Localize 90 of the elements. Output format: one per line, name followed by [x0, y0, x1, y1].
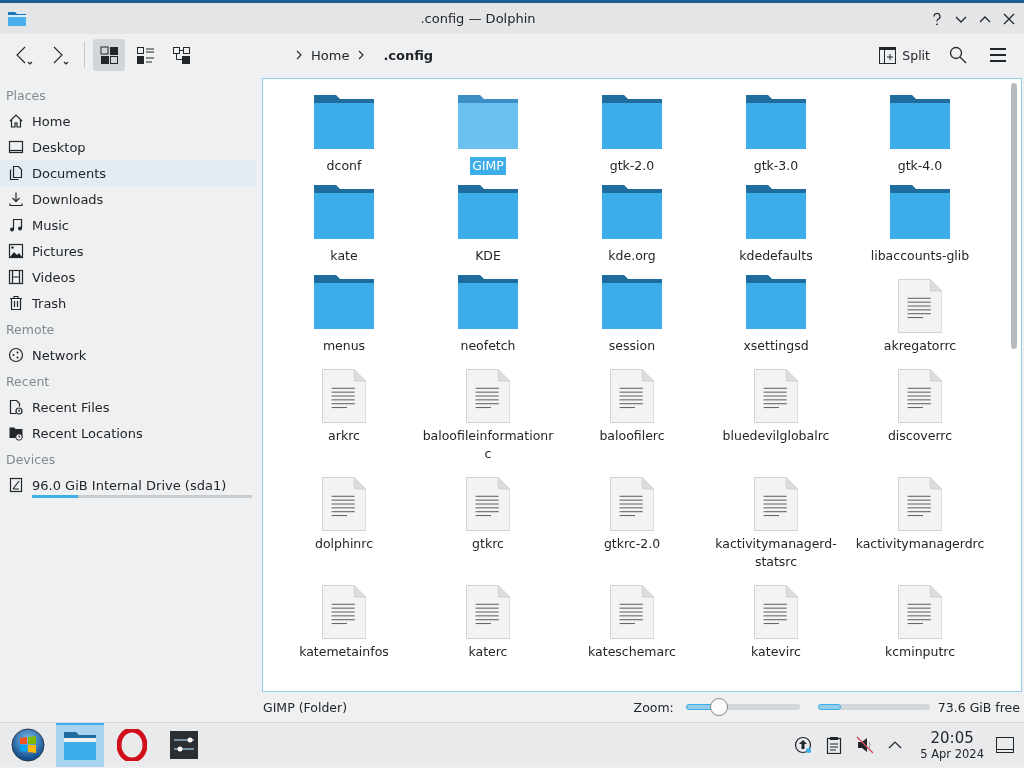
network-icon	[8, 347, 24, 363]
section-header: Recent	[5, 373, 51, 391]
home-icon	[8, 113, 24, 129]
file-name[interactable]: dconf	[324, 157, 364, 175]
sidebar-item[interactable]: Videos	[0, 264, 256, 290]
clock-date[interactable]: 5 Apr 2024	[920, 746, 984, 761]
music-icon	[8, 217, 24, 233]
file-name[interactable]: katevirc	[749, 643, 803, 661]
file-name[interactable]: bluedevilglobalrc	[720, 427, 832, 445]
scrollbar-thumb[interactable]	[1011, 83, 1017, 349]
close-icon[interactable]	[1002, 11, 1016, 26]
status-text: GIMP (Folder)	[263, 699, 348, 715]
search-icon	[949, 46, 967, 64]
sidebar-item[interactable]: Home	[0, 108, 256, 134]
tree-view-icon	[171, 45, 191, 65]
clipboard-icon[interactable]	[826, 736, 843, 754]
chevron-icon	[295, 50, 303, 60]
muted-speaker-icon[interactable]	[856, 736, 875, 754]
trash-icon	[8, 295, 24, 311]
file-name[interactable]: kde.org	[606, 247, 658, 265]
help-icon[interactable]	[930, 11, 944, 26]
sidebar-item[interactable]: Music	[0, 212, 256, 238]
slider-handle[interactable]	[709, 698, 728, 716]
section-header: Devices	[5, 451, 57, 469]
desktop-icon	[8, 139, 24, 155]
sidebar-item[interactable]: Network	[0, 342, 256, 368]
file-name[interactable]: dolphinrc	[312, 535, 375, 553]
file-name[interactable]: gtkrc-2.0	[601, 535, 663, 553]
file-name[interactable]: gtkrc	[470, 535, 506, 553]
split-button[interactable]: Split	[875, 39, 934, 71]
recentlocations-icon	[8, 425, 24, 441]
sidebar-item[interactable]: Trash	[0, 290, 256, 316]
file-name[interactable]: gtk-3.0	[751, 157, 801, 175]
sidebar-item[interactable]: Recent Files	[0, 394, 256, 420]
sidebar-item[interactable]: Pictures	[0, 238, 256, 264]
pictures-icon	[8, 243, 24, 259]
zoom-label: Zoom:	[633, 699, 674, 715]
o-logo-icon	[117, 729, 147, 761]
sidebar-item[interactable]: 96.0 GiB Internal Drive (sda1)	[0, 472, 256, 498]
view-mode-button[interactable]	[93, 39, 125, 71]
folder-icon	[64, 732, 96, 760]
start-orb-icon	[11, 728, 45, 762]
show-desktop-icon[interactable]	[996, 737, 1014, 753]
videos-icon	[8, 269, 24, 285]
file-name[interactable]: arkrc	[326, 427, 362, 445]
sidebar-item[interactable]: Documents	[0, 160, 256, 186]
file-name[interactable]: katemetainfos	[297, 643, 391, 661]
update-icon[interactable]	[794, 736, 813, 754]
file-name[interactable]: xsettingsd	[741, 337, 811, 355]
file-name[interactable]: session	[606, 337, 658, 355]
clock-time[interactable]: 20:05	[930, 729, 974, 747]
sidebar-item[interactable]: Recent Locations	[0, 420, 256, 446]
file-name[interactable]: gtk-2.0	[607, 157, 657, 175]
breadcrumb-link[interactable]: .config	[383, 47, 434, 63]
recentfiles-icon	[8, 399, 24, 415]
file-name[interactable]: kactivitymanagerdrc	[853, 535, 987, 553]
sidebar-item[interactable]: Desktop	[0, 134, 256, 160]
file-name[interactable]: kcminputrc	[882, 643, 958, 661]
downloads-icon	[8, 191, 24, 207]
file-name[interactable]: KDE	[473, 247, 503, 265]
sliders-icon	[170, 731, 198, 759]
split-view-icon	[879, 46, 897, 64]
drive-icon	[8, 477, 24, 493]
file-name[interactable]: kdedefaults	[737, 247, 815, 265]
file-name[interactable]: katerc	[466, 643, 510, 661]
grid-view-icon	[99, 45, 119, 65]
file-name[interactable]: baloofilerc	[597, 427, 667, 445]
taskbar-button[interactable]	[56, 723, 104, 767]
file-name[interactable]: kactivitymanagerd-statsrc	[707, 535, 845, 571]
file-name[interactable]: discoverrc	[885, 427, 955, 445]
file-name[interactable]: libaccounts-glib	[868, 247, 972, 265]
file-name[interactable]: neofetch	[458, 337, 518, 355]
chevron-icon	[357, 50, 366, 60]
section-header: Places	[5, 87, 47, 105]
folder-icon	[8, 10, 26, 27]
section-header: Remote	[5, 321, 56, 339]
window-title: .config — Dolphin	[419, 11, 537, 26]
documents-icon	[8, 165, 24, 181]
free-space-text: 73.6 GiB free	[937, 699, 1020, 715]
file-name[interactable]: baloofileinformationrc	[419, 427, 557, 463]
caret-up-icon[interactable]	[888, 740, 903, 750]
file-name[interactable]: kateschemarc	[586, 643, 678, 661]
file-name[interactable]: kate	[328, 247, 360, 265]
file-name[interactable]: akregatorrc	[881, 337, 959, 355]
menu-icon	[989, 47, 1007, 63]
file-name[interactable]: menus	[320, 337, 368, 355]
details-view-icon	[135, 45, 155, 65]
sidebar-item[interactable]: Downloads	[0, 186, 256, 212]
file-name[interactable]: gtk-4.0	[895, 157, 945, 175]
breadcrumb-link[interactable]: Home	[311, 47, 350, 63]
